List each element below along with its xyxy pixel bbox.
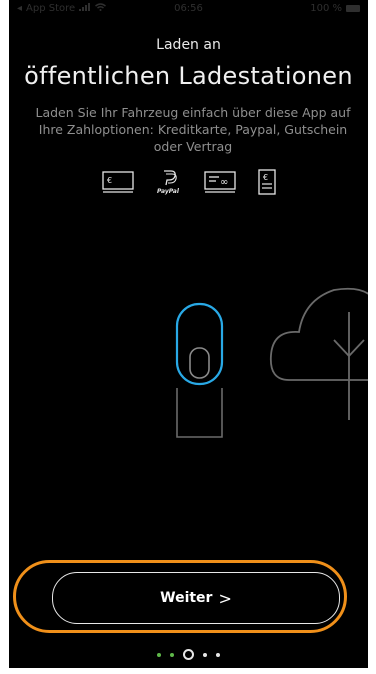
next-button[interactable]: Weiter > (52, 572, 340, 624)
page-dot-current[interactable] (183, 649, 194, 660)
next-button-label: Weiter (160, 590, 213, 606)
page-indicator[interactable] (9, 649, 368, 660)
page-dot[interactable] (216, 652, 220, 657)
page-dot[interactable] (170, 652, 174, 657)
chevron-right-icon: > (218, 588, 232, 608)
tree-cloud-icon (269, 287, 368, 420)
phone-screen: ◂ App Store 06:56 100 % Laden an öffentl… (9, 0, 368, 668)
page-dot[interactable] (157, 652, 161, 657)
page-dot[interactable] (203, 652, 207, 657)
charging-illustration (175, 287, 368, 438)
charging-plug-icon (175, 302, 224, 438)
